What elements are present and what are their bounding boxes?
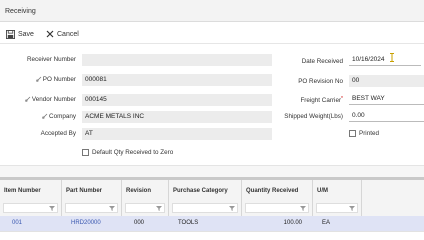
section-divider [0, 165, 424, 177]
column-header: Quantity Received [246, 188, 299, 194]
cancel-button-label: Cancel [57, 30, 79, 38]
column-header: Purchase Category [173, 188, 228, 194]
close-icon [46, 30, 54, 38]
po-number-label[interactable]: PO Number [43, 76, 76, 83]
link-icon [24, 96, 31, 102]
cell-item-number[interactable]: 001 [12, 220, 22, 226]
po-revision-field: 00 [349, 75, 424, 87]
column-filter[interactable] [65, 203, 118, 213]
vendor-number-field[interactable]: 000145 [82, 94, 272, 106]
company-field: ACME METALS INC [82, 111, 272, 123]
cell-part-number[interactable]: HRD20000 [71, 220, 101, 226]
filter-icon[interactable] [49, 206, 55, 211]
column-filter[interactable] [172, 203, 238, 213]
filter-icon[interactable] [300, 206, 306, 211]
column-quantity-received[interactable]: Quantity Received [242, 180, 313, 216]
table-row[interactable]: 001 HRD20000 000 TOOLS 100.00 EA [0, 216, 424, 231]
date-received-field[interactable]: 10/16/2024 [349, 54, 421, 66]
column-header: Item Number [4, 188, 41, 194]
column-header: Part Number [66, 188, 103, 194]
receiving-lines-grid: Item Number Part Number Revision Purchas… [0, 177, 424, 240]
column-header: U/M [317, 188, 328, 194]
printed-checkbox[interactable] [349, 130, 356, 137]
po-number-field[interactable]: 000081 [82, 74, 272, 86]
save-button[interactable]: Save [6, 28, 34, 40]
link-icon [35, 76, 42, 82]
grid-empty-area [0, 231, 424, 240]
filter-icon[interactable] [229, 206, 235, 211]
company-label[interactable]: Company [49, 113, 76, 120]
filter-icon[interactable] [349, 206, 355, 211]
column-um[interactable]: U/M [313, 180, 362, 216]
window-titlebar: Receiving [0, 0, 424, 22]
column-item-number[interactable]: Item Number [0, 180, 62, 216]
cell-quantity-received: 100.00 [283, 220, 302, 226]
receiver-number-label: Receiver Number [27, 56, 76, 63]
column-part-number[interactable]: Part Number [62, 180, 122, 216]
cell-um: EA [322, 220, 331, 226]
po-revision-label: PO Revision No [298, 78, 343, 85]
vendor-number-label[interactable]: Vendor Number [32, 96, 76, 103]
date-received-label: Date Received [301, 58, 343, 65]
vendor-number-label-wrap: Vendor Number [24, 96, 76, 103]
printed-label: Printed [359, 130, 379, 137]
column-filter[interactable] [125, 203, 165, 213]
po-number-label-wrap: PO Number [35, 76, 76, 83]
cell-purchase-category: TOOLS [178, 220, 199, 226]
accepted-by-label: Accepted By [40, 130, 76, 137]
filter-icon[interactable] [156, 206, 162, 211]
column-filter[interactable] [316, 203, 358, 213]
cancel-button[interactable]: Cancel [46, 28, 79, 40]
grid-header: Item Number Part Number Revision Purchas… [0, 177, 424, 216]
link-icon [42, 113, 48, 119]
shipped-weight-field[interactable]: 0.00 [349, 110, 424, 122]
required-marker: * [341, 96, 343, 102]
accepted-by-field[interactable]: AT [82, 128, 272, 140]
shipped-weight-label: Shipped Weight(Lbs) [284, 113, 343, 120]
filter-icon[interactable] [109, 206, 115, 211]
window-title: Receiving [5, 8, 36, 15]
freight-carrier-field[interactable]: BEST WAY [349, 93, 424, 105]
save-icon [6, 29, 15, 39]
cell-revision: 000 [134, 220, 145, 226]
company-label-wrap: Company [42, 113, 76, 120]
freight-carrier-label-wrap: Freight Carrier* [300, 96, 343, 104]
column-filter[interactable] [245, 203, 309, 213]
receiver-number-field[interactable] [82, 54, 272, 66]
freight-carrier-label: Freight Carrier [300, 97, 342, 104]
default-qty-label: Default Qty Received to Zero [92, 149, 174, 156]
text-cursor-icon [390, 53, 394, 62]
column-revision[interactable]: Revision [122, 180, 169, 216]
column-filter[interactable] [3, 203, 58, 213]
toolbar: Save Cancel [0, 24, 424, 44]
save-button-label: Save [18, 30, 34, 38]
default-qty-checkbox[interactable] [82, 149, 89, 156]
column-purchase-category[interactable]: Purchase Category [169, 180, 242, 216]
column-header: Revision [126, 188, 152, 194]
